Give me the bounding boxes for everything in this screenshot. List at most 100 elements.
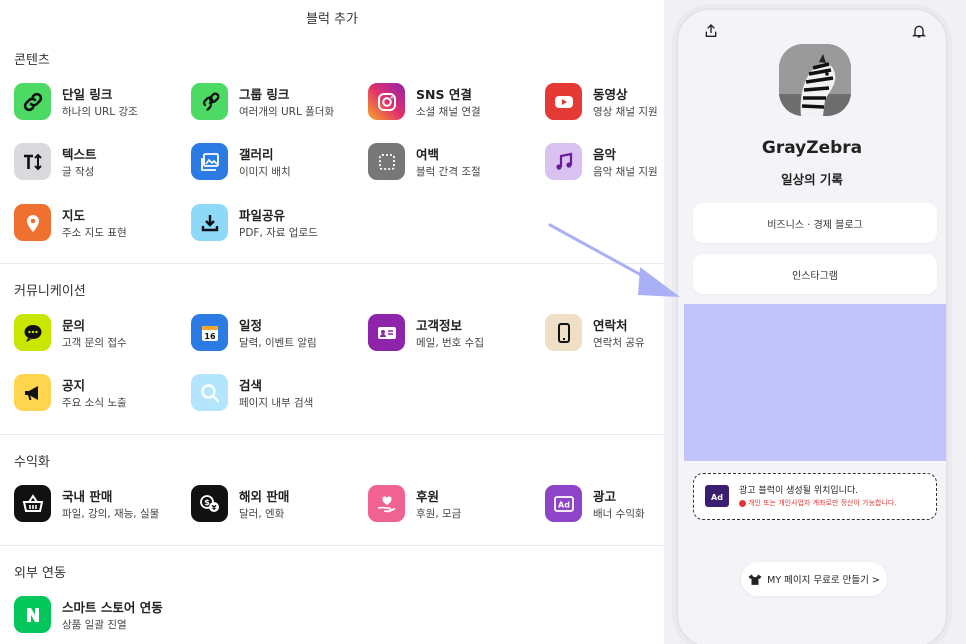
youtube-icon [545,83,582,120]
block-domestic-sales[interactable]: 국내 판매 파일, 강의, 재능, 실물 [14,481,182,525]
currency-icon: $ ¥ [191,485,228,522]
block-label: 고객정보 [416,318,463,333]
notification-button[interactable] [904,16,934,46]
block-gallery[interactable]: 갤러리 이미지 배치 [191,139,359,183]
block-desc: 고객 문의 접수 [62,337,127,349]
block-search[interactable]: 검색 페이지 내부 검색 [191,370,359,414]
block-desc: 글 작성 [62,166,95,178]
block-label: 음악 [593,147,617,162]
profile-bio: 일상의 기록 [781,172,843,187]
naver-icon [14,596,51,633]
create-my-page-label: MY 페이지 무료로 만들기 > [767,575,880,586]
map-pin-icon [14,204,51,241]
ad-notice-text: 광고 블럭이 생성될 위치입니다. [739,486,859,496]
section-divider [0,434,664,435]
block-notice[interactable]: 공지 주요 소식 노출 [14,370,182,414]
section-title-external: 외부 연동 [14,566,66,581]
create-my-page-button[interactable]: MY 페이지 무료로 만들기 > [741,562,887,596]
block-label: 지도 [62,208,86,223]
block-desc: 블럭 간격 조절 [416,166,481,178]
block-spacing[interactable]: 여백 블럭 간격 조절 [368,139,536,183]
block-desc: 페이지 내부 검색 [239,397,314,409]
block-ad[interactable]: Ad 광고 배너 수익화 [545,481,664,525]
block-label: 연락처 [593,318,628,333]
megaphone-icon [14,374,51,411]
block-label: 해외 판매 [239,489,290,504]
block-label: 갤러리 [239,147,274,162]
bell-icon [912,25,926,38]
pointer-arrow [548,223,680,297]
block-label: 파일공유 [239,208,286,223]
group-link-icon [191,83,228,120]
block-contact[interactable]: 연락처 연락처 공유 [545,310,664,354]
link-icon [14,83,51,120]
section-title-monetization: 수익화 [14,455,50,470]
block-schedule[interactable]: 16 일정 달력, 이벤트 알림 [191,310,359,354]
block-desc: 달력, 이벤트 알림 [239,337,317,349]
block-map[interactable]: 지도 주소 지도 표현 [14,200,182,244]
block-label: 동영상 [593,87,628,102]
svg-text:Ad: Ad [558,500,570,509]
block-label: 스마트 스토어 연동 [62,600,163,615]
text-icon [14,143,51,180]
block-label: SNS 연결 [416,87,472,102]
download-icon [191,204,228,241]
block-label: 텍스트 [62,147,97,162]
block-desc: 배너 수익화 [593,508,645,520]
svg-text:16: 16 [204,332,216,341]
share-button[interactable] [696,16,726,46]
ad-icon: Ad [545,485,582,522]
block-customer-info[interactable]: 고객정보 메일, 번호 수집 [368,310,536,354]
block-sns[interactable]: SNS 연결 소셜 채널 연결 [368,79,536,123]
block-desc: 여러개의 URL 폴더화 [239,106,335,118]
panel-title: 블럭 추가 [306,12,358,27]
calendar-icon: 16 [191,314,228,351]
basket-icon [14,485,51,522]
svg-text:¥: ¥ [211,504,216,512]
block-label: 그룹 링크 [239,87,290,102]
ad-block-placeholder [684,304,946,461]
block-desc: 음악 채널 지원 [593,166,658,178]
link-button-instagram[interactable]: 인스타그램 [693,254,937,294]
instagram-icon [368,83,405,120]
block-sponsor[interactable]: 후원 후원, 모금 [368,481,536,525]
block-group-link[interactable]: 그룹 링크 여러개의 URL 폴더화 [191,79,359,123]
search-icon [191,374,228,411]
block-desc: 후원, 모금 [416,508,462,520]
gallery-icon [191,143,228,180]
zebra-avatar-image [779,44,851,116]
block-single-link[interactable]: 단일 링크 하나의 URL 강조 [14,79,182,123]
section-title-content: 콘텐츠 [14,53,50,68]
ad-notice-warning: 개인 또는 개인사업자 계좌로만 정산이 가능합니다. [739,498,897,508]
block-desc: 주요 소식 노출 [62,397,127,409]
block-label: 일정 [239,318,263,333]
block-music[interactable]: 음악 음악 채널 지원 [545,139,664,183]
block-label: 여백 [416,147,440,162]
section-title-communication: 커뮤니케이션 [14,284,86,299]
contact-card-icon [368,314,405,351]
block-desc: 소셜 채널 연결 [416,106,481,118]
block-desc: 이미지 배치 [239,166,291,178]
block-text[interactable]: 텍스트 글 작성 [14,139,182,183]
block-inquiry[interactable]: 문의 고객 문의 접수 [14,310,182,354]
block-file-share[interactable]: 파일공유 PDF, 자료 업로드 [191,200,359,244]
block-video[interactable]: 동영상 영상 채널 지원 [545,79,664,123]
phone-icon [545,314,582,351]
profile-name: GrayZebra [761,138,863,158]
block-label: 후원 [416,489,440,504]
block-desc: 영상 채널 지원 [593,106,658,118]
block-smart-store[interactable]: 스마트 스토어 연동 상품 일괄 진열 [14,592,182,636]
block-label: 문의 [62,318,86,333]
link-button-blog[interactable]: 비즈니스 · 경제 블로그 [693,203,937,243]
avatar [779,44,851,116]
preview-panel: GrayZebra 일상의 기록 비즈니스 · 경제 블로그 인스타그램 Ad … [664,0,966,644]
block-desc: 하나의 URL 강조 [62,106,138,118]
block-label: 단일 링크 [62,87,113,102]
alert-icon [739,499,746,507]
block-desc: 메일, 번호 수집 [416,337,484,349]
block-label: 검색 [239,378,263,393]
share-icon [705,24,717,37]
ad-notice-box: Ad 광고 블럭이 생성될 위치입니다. 개인 또는 개인사업자 계좌로만 정산… [693,473,937,520]
block-overseas-sales[interactable]: $ ¥ 해외 판매 달러, 엔화 [191,481,359,525]
block-desc: 달러, 엔화 [239,508,285,520]
